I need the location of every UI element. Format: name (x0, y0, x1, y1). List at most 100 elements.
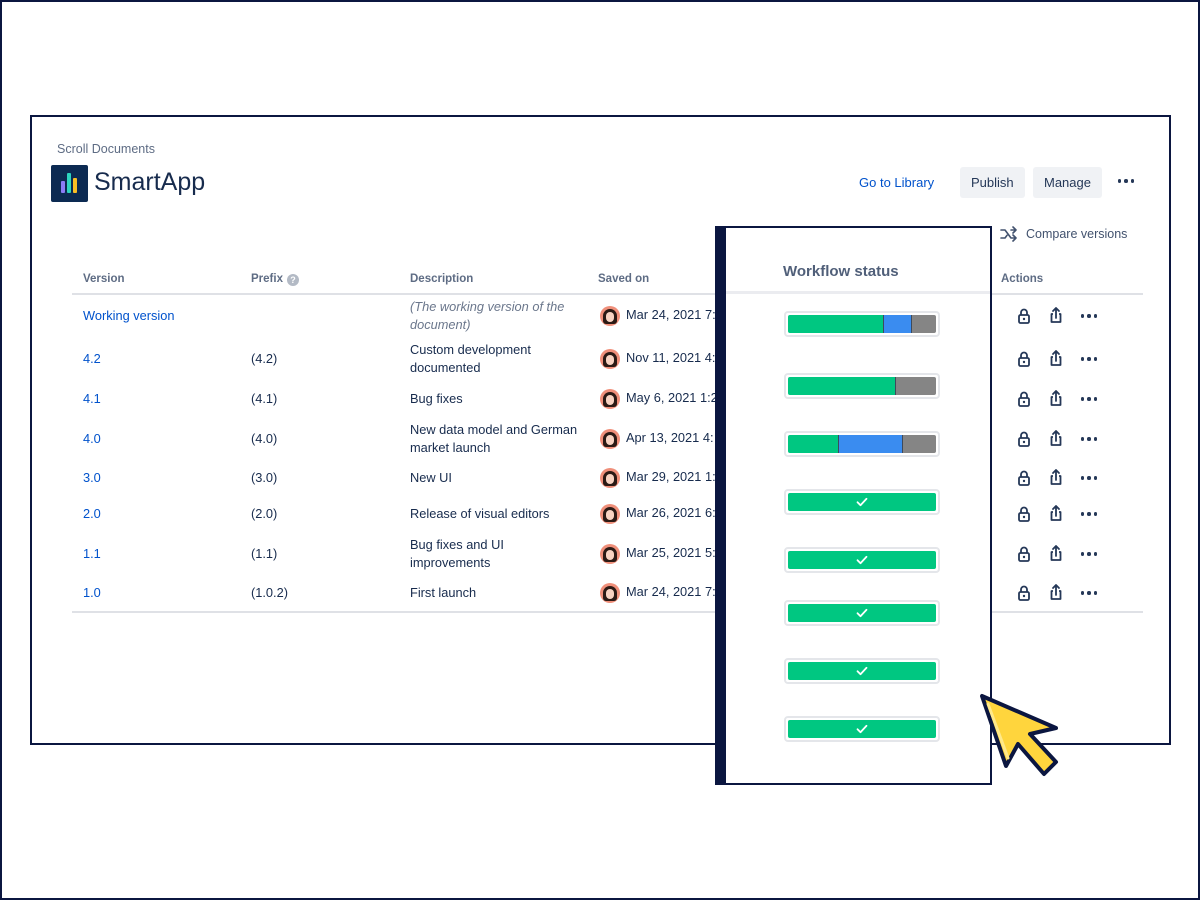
checkmark-icon (786, 549, 938, 571)
avatar (600, 583, 620, 603)
more-icon (1078, 505, 1100, 523)
publish-button[interactable]: Publish (960, 167, 1025, 198)
compare-arrows-icon (1000, 226, 1017, 242)
workflow-status-bar[interactable] (784, 716, 940, 742)
workflow-status-bar[interactable] (784, 311, 940, 337)
mouse-pointer-icon (980, 694, 1058, 776)
description-line-1: Release of visual editors (410, 506, 550, 521)
share-button[interactable] (1047, 583, 1065, 601)
version-prefix: (4.0) (251, 431, 278, 446)
more-icon (1078, 390, 1100, 408)
workflow-status-bar[interactable] (784, 547, 940, 573)
share-icon (1050, 430, 1062, 446)
progress-segment-green (788, 435, 839, 453)
progress-segment-gray (894, 377, 936, 395)
avatar (600, 389, 620, 409)
share-icon (1050, 505, 1062, 521)
version-description: New UI (410, 469, 590, 487)
version-description: Bug fixes and UI improvements (410, 536, 590, 572)
progress-segment-blue (882, 315, 911, 333)
share-button[interactable] (1047, 349, 1065, 367)
lock-button[interactable] (1015, 350, 1033, 368)
share-icon (1050, 469, 1062, 485)
version-link[interactable]: 2.0 (83, 505, 101, 523)
lock-icon (1018, 585, 1030, 601)
workflow-status-bar[interactable] (784, 431, 940, 457)
lock-button[interactable] (1015, 430, 1033, 448)
version-description: (The working version of the document) (410, 298, 590, 334)
lock-button[interactable] (1015, 390, 1033, 408)
version-description: New data model and German market launch (410, 421, 590, 457)
row-more-button[interactable] (1078, 430, 1100, 448)
row-more-button[interactable] (1078, 584, 1100, 602)
lock-icon (1018, 470, 1030, 486)
lock-icon (1018, 546, 1030, 562)
lock-button[interactable] (1015, 584, 1033, 602)
more-icon (1114, 171, 1138, 191)
share-button[interactable] (1047, 306, 1065, 324)
more-options-button[interactable] (1114, 171, 1138, 191)
app-window: Scroll Documents SmartApp Go to Library … (30, 115, 1171, 745)
saved-on-date: Mar 29, 2021 1: (626, 469, 716, 484)
lock-button[interactable] (1015, 307, 1033, 325)
column-header-actions: Actions (1001, 273, 1044, 285)
row-more-button[interactable] (1078, 390, 1100, 408)
row-more-button[interactable] (1078, 545, 1100, 563)
version-link[interactable]: 1.1 (83, 545, 101, 563)
row-more-button[interactable] (1078, 307, 1100, 325)
description-line-1: New data model and German (410, 422, 578, 437)
saved-on-date: Mar 24, 2021 7: (626, 584, 716, 599)
avatar (600, 504, 620, 524)
version-link[interactable]: Working version (83, 307, 175, 325)
share-button[interactable] (1047, 389, 1065, 407)
manage-button[interactable]: Manage (1033, 167, 1102, 198)
workflow-status-panel: Workflow status (715, 226, 992, 785)
saved-on-date: Mar 24, 2021 7: (626, 307, 716, 322)
saved-on-date: Mar 25, 2021 5: (626, 545, 716, 560)
version-link[interactable]: 4.2 (83, 350, 101, 368)
version-prefix: (1.1) (251, 546, 278, 561)
version-link[interactable]: 3.0 (83, 469, 101, 487)
version-link[interactable]: 1.0 (83, 584, 101, 602)
workflow-status-bar[interactable] (784, 600, 940, 626)
saved-on-date: Apr 13, 2021 4: (626, 430, 714, 445)
go-to-library-link[interactable]: Go to Library (859, 175, 934, 190)
version-prefix: (4.1) (251, 391, 278, 406)
workflow-progress-track (788, 435, 936, 453)
saved-on-date: Mar 26, 2021 6: (626, 505, 716, 520)
column-header-version[interactable]: Version (83, 273, 125, 285)
checkmark-icon (786, 718, 938, 740)
version-link[interactable]: 4.0 (83, 430, 101, 448)
lock-button[interactable] (1015, 545, 1033, 563)
share-button[interactable] (1047, 429, 1065, 447)
space-name[interactable]: Scroll Documents (57, 142, 155, 156)
workflow-status-bar[interactable] (784, 658, 940, 684)
share-icon (1050, 350, 1062, 366)
compare-versions-button[interactable]: Compare versions (1000, 226, 1127, 242)
column-header-prefix[interactable]: Prefix? (251, 273, 299, 286)
row-more-button[interactable] (1078, 469, 1100, 487)
compare-versions-label: Compare versions (1026, 227, 1128, 241)
column-header-saved-on[interactable]: Saved on (598, 273, 649, 285)
workflow-status-bar[interactable] (784, 373, 940, 399)
workflow-status-bar[interactable] (784, 489, 940, 515)
saved-on-date: Nov 11, 2021 4: (626, 350, 716, 365)
share-button[interactable] (1047, 544, 1065, 562)
version-link[interactable]: 4.1 (83, 390, 101, 408)
share-button[interactable] (1047, 504, 1065, 522)
help-icon[interactable]: ? (286, 274, 299, 286)
lock-icon (1018, 351, 1030, 367)
row-more-button[interactable] (1078, 505, 1100, 523)
share-button[interactable] (1047, 468, 1065, 486)
workflow-progress-track (788, 315, 936, 333)
more-icon (1078, 469, 1100, 487)
description-line-1: Bug fixes (410, 391, 463, 406)
more-icon (1078, 584, 1100, 602)
column-header-description[interactable]: Description (410, 273, 473, 285)
description-line-1: Bug fixes and UI (410, 537, 504, 552)
lock-icon (1018, 308, 1030, 324)
row-more-button[interactable] (1078, 350, 1100, 368)
lock-button[interactable] (1015, 505, 1033, 523)
lock-button[interactable] (1015, 469, 1033, 487)
progress-segment-gray (901, 435, 936, 453)
